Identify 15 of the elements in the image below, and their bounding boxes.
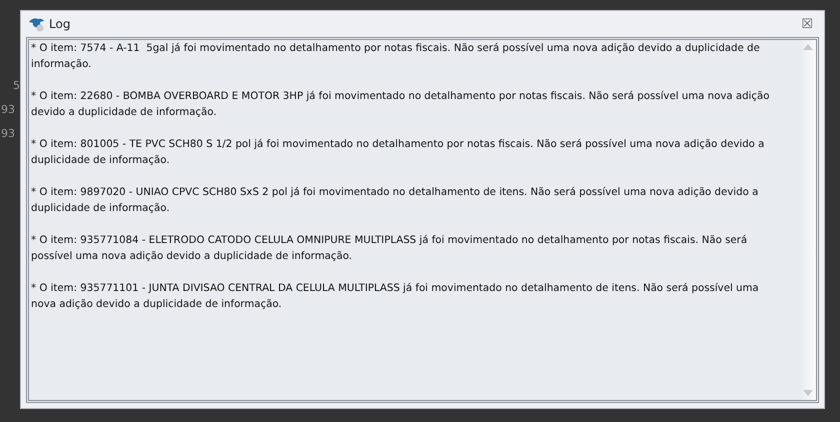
scrollbar[interactable] <box>800 40 816 400</box>
log-message: * O item: 22680 - BOMBA OVERBOARD E MOTOR 3HP já foi movimentado no detalhamento por notas fiscais. Não será possível uma nova adição devido a duplicidade de informação. <box>31 90 770 120</box>
log-message: * O item: 935771101 - JUNTA DIVISAO CENTRAL DA CELULA MULTIPLASS já foi movimentado no detalhamento de itens. Não será possível uma nova adição devido a duplicidade de informação. <box>31 282 760 312</box>
log-message: * O item: 935771084 - ELETRODO CATODO CELULA OMNIPURE MULTIPLASS já foi movimentado no detalhamento por notas fiscais. Não será possível uma nova adição devido a duplicidade de informação. <box>31 234 748 264</box>
close-button[interactable]: ☒ <box>801 18 813 30</box>
scroll-down-icon[interactable] <box>803 390 813 396</box>
table-cell-text: 5 <box>13 78 20 94</box>
table-cell-text: 93 <box>1 102 15 118</box>
window-title: Log <box>49 16 70 33</box>
log-message: * O item: 9897020 - UNIAO CPVC SCH80 SxS 2 pol já foi movimentado no detalhamento de itens. Não será possível uma nova adição devido a duplicidade de informação. <box>31 186 760 216</box>
scroll-up-icon[interactable] <box>803 44 813 50</box>
log-message: * O item: 801005 - TE PVC SCH80 S 1/2 pol já foi movimentado no detalhamento por notas fiscais. Não será possível uma nova adição devido a duplicidade de informação. <box>31 138 766 168</box>
table-cell-text: 93 <box>1 126 15 142</box>
bird-icon <box>28 16 46 32</box>
log-message: * O item: 7574 - A-11 5gal já foi movimentado no detalhamento por notas fiscais. Não será possível uma nova adição devido a duplicidade de informação. <box>31 42 761 72</box>
